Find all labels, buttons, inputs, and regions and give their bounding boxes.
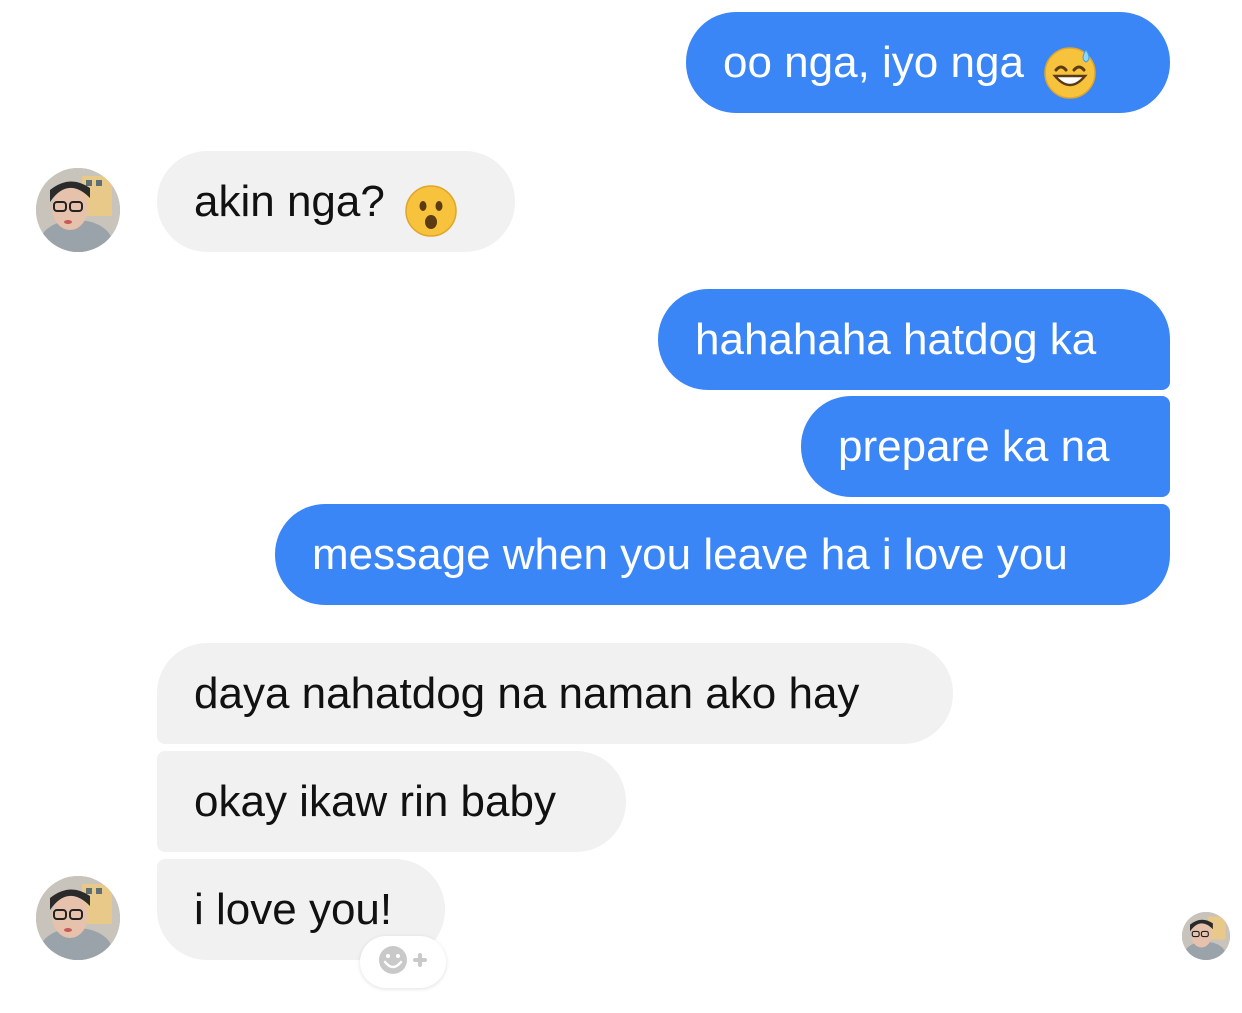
message-bubble-outgoing[interactable]: prepare ka na (801, 396, 1170, 497)
message-text: daya nahatdog na naman ako hay (194, 669, 860, 718)
message-text: prepare ka na (838, 422, 1110, 471)
read-receipt-avatar (1182, 912, 1230, 960)
message-text: oo nga, iyo nga (723, 38, 1024, 87)
contact-avatar[interactable] (36, 168, 120, 252)
message-bubble-outgoing[interactable]: oo nga, iyo nga (686, 12, 1170, 113)
message-bubble-incoming[interactable]: akin nga? (157, 151, 515, 252)
surprised-emoji-icon (403, 174, 459, 237)
grinning-sweat-emoji-icon (1042, 35, 1098, 99)
message-bubble-incoming[interactable]: daya nahatdog na naman ako hay (157, 643, 953, 744)
message-text: okay ikaw rin baby (194, 777, 556, 826)
add-reaction-icon (371, 940, 435, 985)
message-text: message when you leave ha i love you (312, 530, 1068, 579)
message-bubble-outgoing[interactable]: hahahaha hatdog ka (658, 289, 1170, 390)
message-text: hahahaha hatdog ka (695, 315, 1097, 364)
message-bubble-incoming[interactable]: okay ikaw rin baby (157, 751, 626, 852)
message-text: akin nga? (194, 177, 385, 226)
message-bubble-outgoing[interactable]: message when you leave ha i love you (275, 504, 1170, 605)
add-reaction-button[interactable] (360, 936, 446, 988)
message-text: i love you! (194, 885, 393, 934)
contact-avatar[interactable] (36, 876, 120, 960)
